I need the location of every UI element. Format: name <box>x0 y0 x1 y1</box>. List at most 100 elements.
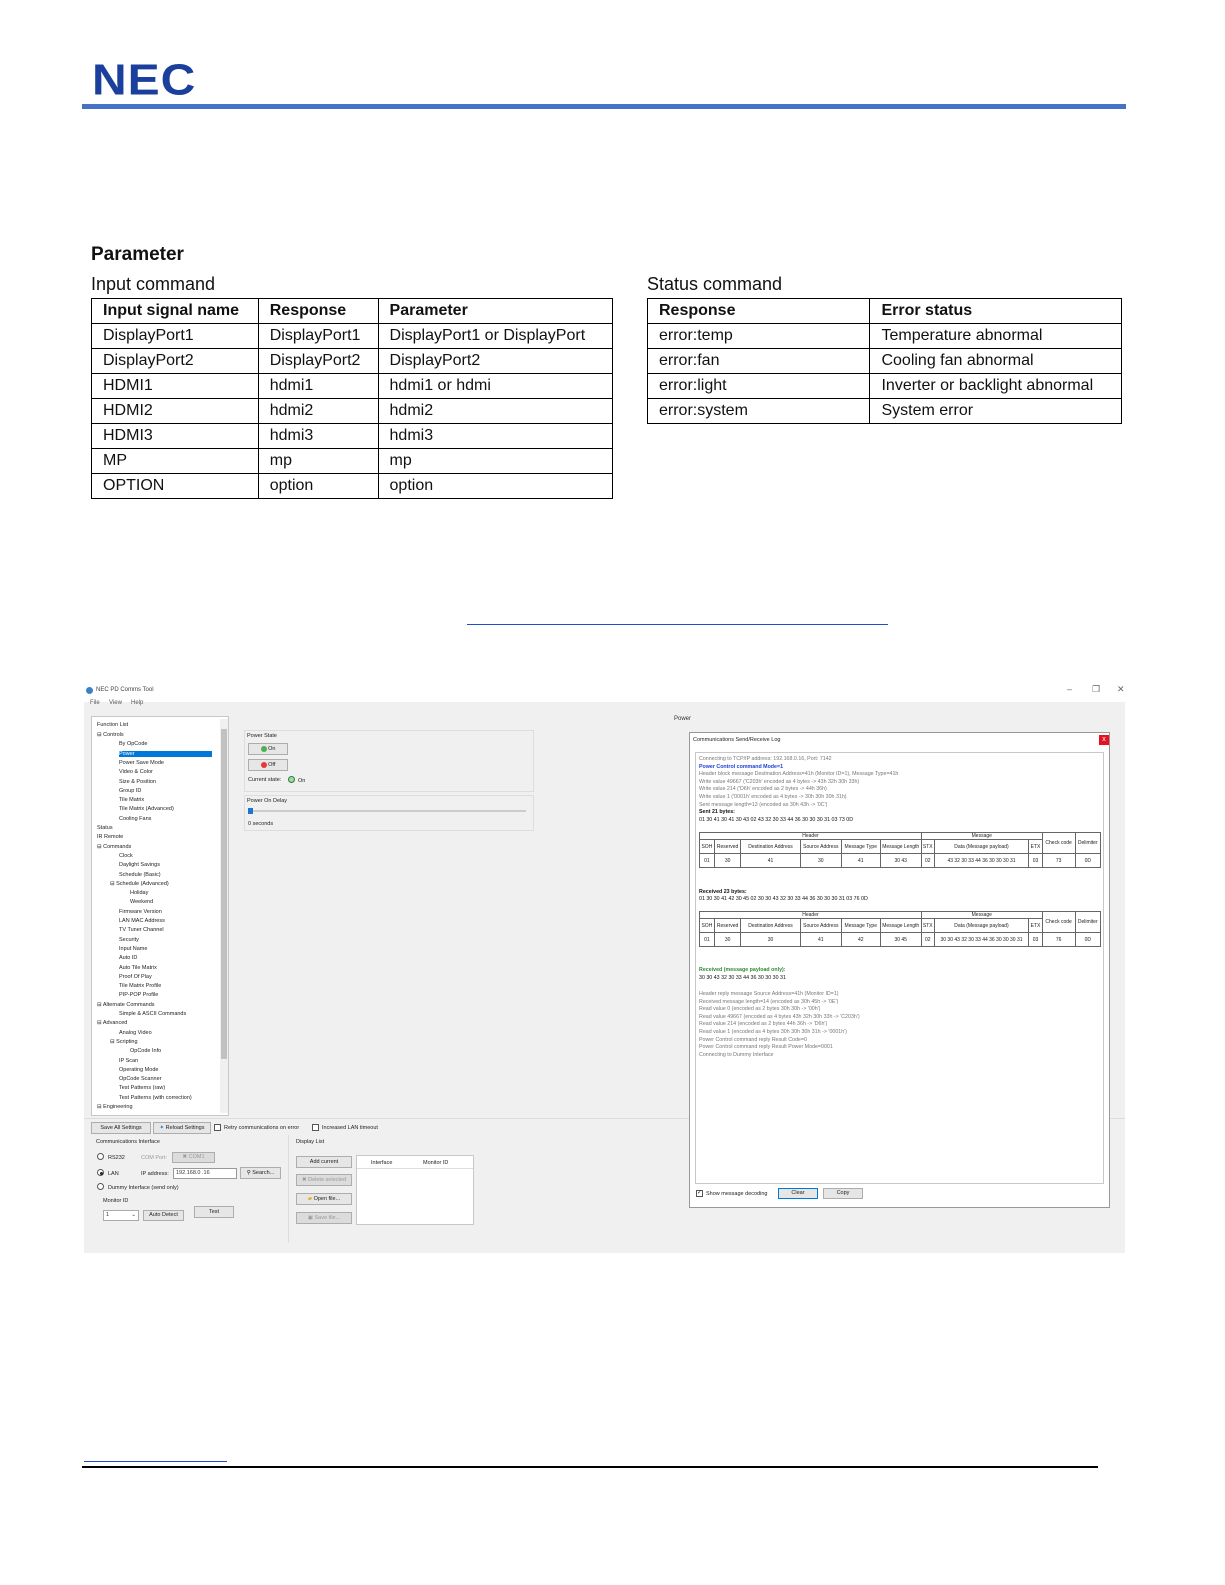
packet-cell: Reserved <box>713 839 742 854</box>
tree-item[interactable]: Test Patterns (raw) <box>119 1085 165 1091</box>
save-all-button[interactable]: Save All Settings <box>91 1122 151 1134</box>
open-file-button[interactable]: ▰ Open file... <box>296 1193 352 1205</box>
restore-icon[interactable]: ❐ <box>1092 684 1100 695</box>
tree-item[interactable]: Cooling Fans <box>119 816 151 822</box>
packet-header-row: SOH Reserved Destination Address Source Add… <box>699 918 1101 933</box>
retry-checkbox[interactable] <box>214 1124 221 1131</box>
tree-item[interactable]: Simple & ASCII Commands <box>119 1011 186 1017</box>
close-window-icon[interactable]: ✕ <box>1117 684 1125 695</box>
clear-button[interactable]: Clear <box>778 1188 818 1199</box>
tree-item[interactable]: ⊟ Schedule (Advanced) <box>110 881 169 887</box>
tree-item[interactable]: ⊟ Engineering <box>97 1104 133 1110</box>
tree-item[interactable]: By OpCode <box>119 741 147 747</box>
display-list-title: Display List <box>296 1139 325 1145</box>
tree-item[interactable]: ⊟ Commands <box>97 844 131 850</box>
lan-radio[interactable] <box>97 1169 104 1176</box>
tree-item[interactable]: ⊟ Controls <box>97 732 124 738</box>
tree-item[interactable]: LAN MAC Address <box>119 918 165 924</box>
tree-item[interactable]: Video & Color <box>119 769 153 775</box>
test-button[interactable]: Test <box>194 1206 234 1218</box>
tree-scrollbar[interactable] <box>220 719 228 1113</box>
tree-item[interactable]: Power <box>119 750 212 757</box>
hyperlink-underline[interactable] <box>467 624 888 625</box>
tree-item[interactable]: Auto ID <box>119 955 137 961</box>
monitor-id-select[interactable]: 1 ⌄ <box>103 1210 139 1221</box>
footer-rule <box>82 1466 1098 1468</box>
save-file-button[interactable]: ▣ Save file... <box>296 1212 352 1224</box>
menu-view[interactable]: View <box>109 700 122 706</box>
tree-item[interactable]: IP Scan <box>119 1058 138 1064</box>
tree-item[interactable]: Weekend <box>130 899 153 905</box>
packet-cell: 0D <box>1074 932 1102 947</box>
tree-item[interactable]: PIP-POP Profile <box>119 992 158 998</box>
tree-item[interactable]: Test Patterns (with correction) <box>119 1095 192 1101</box>
tree-item[interactable]: Clock <box>119 853 133 859</box>
folder-icon: ▰ <box>307 1196 313 1202</box>
add-current-button[interactable]: Add current <box>296 1156 352 1168</box>
tree-item[interactable]: Power Save Mode <box>119 760 164 766</box>
comms-interface-title: Communications Interface <box>96 1139 160 1145</box>
rs232-radio[interactable] <box>97 1153 104 1160</box>
tree-item[interactable]: Proof Of Play <box>119 974 152 980</box>
menu-help[interactable]: Help <box>131 700 143 706</box>
tree-item[interactable]: OpCode Info <box>130 1048 161 1054</box>
reload-button[interactable]: ✦ Reload Settings <box>153 1122 211 1134</box>
tree-item[interactable]: Group ID <box>119 788 141 794</box>
com-port-select[interactable]: ✖ COM1 <box>172 1152 215 1163</box>
close-icon[interactable]: x <box>1099 735 1109 745</box>
power-off-button[interactable]: Off <box>248 759 288 771</box>
tree-item[interactable]: ⊟ Advanced <box>97 1020 127 1026</box>
log-line: Power Control command reply Result Code=… <box>699 1036 807 1043</box>
power-off-label: Off <box>268 762 276 768</box>
tree-item-label: Advanced <box>102 1020 128 1027</box>
disk-icon: ▣ <box>307 1215 313 1221</box>
tree-scroll-thumb[interactable] <box>221 729 227 1059</box>
ip-address-input[interactable]: 192.168.0 .16 <box>173 1168 237 1179</box>
tree-item-label: IR Remote <box>97 834 124 841</box>
tree-item[interactable]: Tile Matrix Profile <box>119 983 161 989</box>
footer-link-underline[interactable] <box>84 1461 227 1462</box>
tree-item[interactable]: ⊟ Alternate Commands <box>97 1002 155 1008</box>
minimize-icon[interactable]: – <box>1067 684 1072 694</box>
tree-item[interactable]: Security <box>119 937 139 943</box>
delete-selected-button[interactable]: ✖ Delete selected <box>296 1174 352 1186</box>
display-list-table[interactable]: Interface Monitor ID <box>356 1155 474 1225</box>
col-interface: Interface <box>371 1160 393 1166</box>
table-cell: Inverter or backlight abnormal <box>869 373 1122 399</box>
tree-item[interactable]: Tile Matrix (Advanced) <box>119 806 174 812</box>
table-cell: Response <box>257 298 379 324</box>
increased-timeout-checkbox[interactable] <box>312 1124 319 1131</box>
tree-item[interactable]: Status <box>97 825 113 831</box>
table-cell: System error <box>869 398 1122 424</box>
tree-item[interactable]: TV Tuner Channel <box>119 927 164 933</box>
power-on-delay-title: Power On Delay <box>247 798 288 804</box>
app-screenshot: NEC PD Comms Tool – ❐ ✕ File View Help P… <box>84 680 1125 1253</box>
show-decoding-label: Show message decoding <box>706 1191 768 1197</box>
tree-item[interactable]: Size & Position <box>119 779 156 785</box>
packet-cell: 01 <box>699 853 715 868</box>
tree-item[interactable]: Tile Matrix <box>119 797 144 803</box>
table-cell: Response <box>646 298 871 324</box>
tree-item[interactable]: Schedule (Basic) <box>119 872 161 878</box>
delay-slider-track[interactable] <box>248 810 526 812</box>
delay-slider-thumb[interactable] <box>248 808 253 814</box>
packet-cell: 30 30 43 32 30 33 44 36 30 30 30 31 <box>933 932 1030 947</box>
auto-detect-button[interactable]: Auto Detect <box>143 1210 184 1221</box>
tree-item[interactable]: Daylight Savings <box>119 862 160 868</box>
tree-item[interactable]: IR Remote <box>97 834 123 840</box>
power-on-button[interactable]: On <box>248 743 288 755</box>
tree-item[interactable]: Analog Video <box>119 1030 152 1036</box>
tree-item[interactable]: OpCode Scanner <box>119 1076 162 1082</box>
tree-item[interactable]: Input Name <box>119 946 147 952</box>
show-decoding-checkbox[interactable]: ✓ <box>696 1190 703 1197</box>
dummy-radio[interactable] <box>97 1183 104 1190</box>
search-button[interactable]: ⚲ Search... <box>240 1167 281 1179</box>
tree-item-label: Weekend <box>130 899 154 906</box>
copy-button[interactable]: Copy <box>823 1188 863 1199</box>
menu-file[interactable]: File <box>90 700 100 706</box>
tree-item[interactable]: Holiday <box>130 890 148 896</box>
tree-item[interactable]: ⊟ Scripting <box>110 1039 138 1045</box>
tree-item[interactable]: Operating Mode <box>119 1067 158 1073</box>
tree-item[interactable]: Auto Tile Matrix <box>119 965 157 971</box>
tree-item[interactable]: Firmware Version <box>119 909 162 915</box>
